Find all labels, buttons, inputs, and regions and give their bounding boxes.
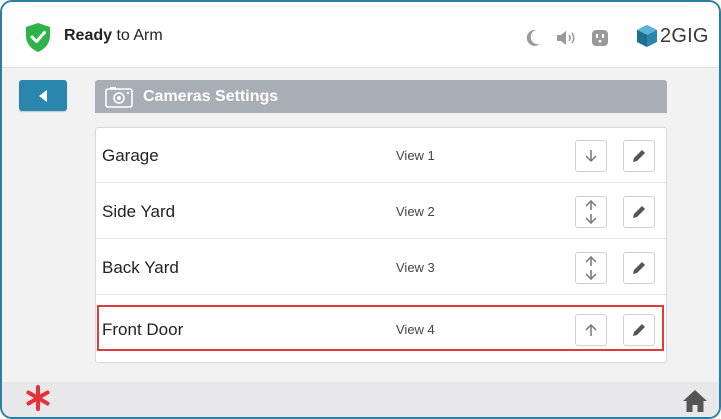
pencil-icon	[633, 150, 645, 162]
arrow-down-icon	[585, 150, 597, 163]
camera-name: Garage	[102, 146, 159, 165]
status-bold: Ready	[64, 27, 113, 44]
pencil-icon	[633, 324, 645, 336]
brand-logo: 2GIG	[636, 24, 709, 48]
footer-bar	[2, 382, 719, 417]
camera-name: Front Door	[102, 320, 184, 339]
section-title-bar: Cameras Settings	[95, 80, 667, 113]
camera-list: Garage View 1 Side Yard View 2 Back Yard…	[95, 127, 667, 363]
edit-button[interactable]	[623, 252, 655, 284]
camera-name: Back Yard	[102, 258, 179, 277]
arrow-up-down-icon	[585, 200, 597, 224]
camera-view: View 3	[396, 260, 435, 275]
back-arrow-icon	[39, 89, 47, 102]
move-up-down-button[interactable]	[575, 252, 607, 284]
camera-view: View 1	[396, 148, 435, 163]
system-status[interactable]: Ready to Arm	[64, 27, 163, 45]
edit-button[interactable]	[623, 314, 655, 346]
camera-row[interactable]: Garage View 1	[96, 128, 666, 183]
arrow-up-icon	[585, 323, 597, 336]
move-up-button[interactable]	[575, 314, 607, 346]
camera-view: View 4	[396, 322, 435, 337]
edit-button[interactable]	[623, 140, 655, 172]
edit-button[interactable]	[623, 196, 655, 228]
2gig-logo-icon	[637, 25, 657, 47]
camera-view: View 2	[396, 204, 435, 219]
move-up-down-button[interactable]	[575, 196, 607, 228]
camera-row[interactable]: Back Yard View 3	[96, 240, 666, 295]
outlet-icon[interactable]	[591, 29, 609, 47]
status-rest: to Arm	[112, 27, 163, 44]
move-down-button[interactable]	[575, 140, 607, 172]
speaker-icon[interactable]	[556, 30, 578, 46]
moon-icon[interactable]	[525, 29, 541, 47]
shield-check-icon	[26, 23, 50, 52]
page-title: Cameras Settings	[143, 87, 279, 105]
status-header: Ready to Arm 2GIG	[2, 2, 719, 68]
asterisk-icon[interactable]	[25, 385, 51, 411]
camera-row[interactable]: Front Door View 4	[96, 302, 666, 357]
arrow-up-down-icon	[585, 256, 597, 280]
app-frame: Ready to Arm 2GIG Cameras Settings Garag…	[0, 0, 721, 419]
pencil-icon	[633, 206, 645, 218]
camera-row[interactable]: Side Yard View 2	[96, 184, 666, 239]
brand-name: 2GIG	[660, 24, 709, 47]
home-icon[interactable]	[682, 389, 708, 413]
back-button[interactable]	[19, 80, 67, 111]
camera-icon	[105, 86, 133, 108]
pencil-icon	[633, 262, 645, 274]
camera-name: Side Yard	[102, 202, 176, 221]
